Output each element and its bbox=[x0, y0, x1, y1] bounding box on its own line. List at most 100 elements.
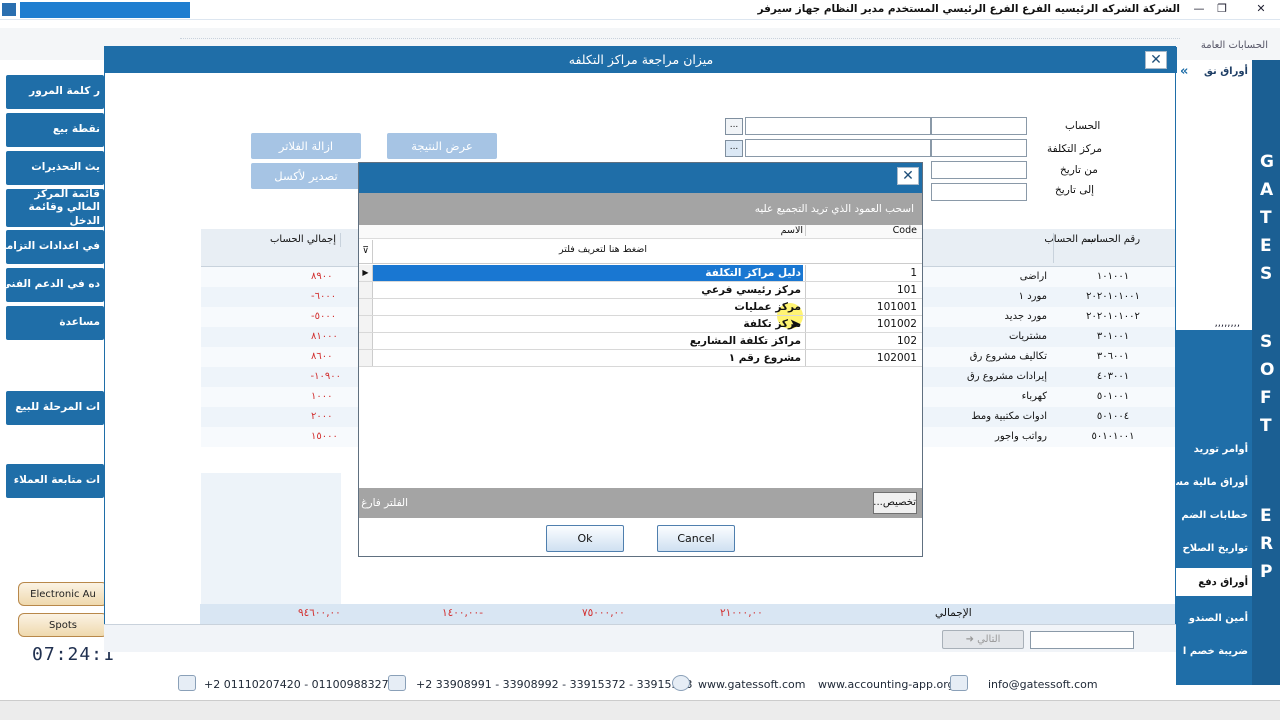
dialog-close-icon[interactable]: ✕ bbox=[897, 167, 919, 185]
account-no-cell: ٣٠٦٠٠١ bbox=[1096, 351, 1130, 362]
account-name-field[interactable] bbox=[745, 117, 931, 135]
total-value: ٢١٠٠٠,٠٠ bbox=[720, 607, 763, 619]
brand-letter: O bbox=[1260, 360, 1275, 380]
from-date-field[interactable] bbox=[931, 161, 1027, 179]
show-result-button[interactable]: عرض النتيجة bbox=[387, 133, 497, 159]
export-excel-button[interactable]: تصدير لأكسل bbox=[251, 163, 361, 189]
window-header: ميزان مراجعة مراكز التكلفه bbox=[105, 47, 1177, 73]
phone-icon bbox=[388, 675, 406, 691]
dialog-header bbox=[359, 163, 922, 193]
account-name-cell: مورد جديد bbox=[1004, 311, 1047, 322]
left-button-sale-stages[interactable]: ات المرحلة للبيع bbox=[6, 391, 104, 425]
row-indicator-icon: ▶ bbox=[359, 265, 373, 281]
cost-center-row[interactable]: مراكز تكلفة المشاريع 102 bbox=[359, 333, 922, 350]
account-name-cell: تكاليف مشروع رق bbox=[969, 351, 1047, 362]
next-label: التالي bbox=[977, 634, 1001, 645]
restore-button[interactable]: ❐ bbox=[1213, 1, 1231, 17]
right-nav-item-expiry-dates[interactable]: تواريخ الصلاح bbox=[1183, 543, 1249, 554]
row-indicator-icon bbox=[359, 316, 373, 332]
electronic-button[interactable]: Electronic Au bbox=[18, 582, 108, 606]
next-button[interactable]: التالي ➜ bbox=[942, 630, 1024, 649]
account-label: الحساب bbox=[1065, 120, 1101, 132]
ok-button[interactable]: Ok bbox=[546, 525, 624, 552]
left-button-sync-settings[interactable]: في اعدادات التزامن bbox=[6, 230, 104, 264]
email-link[interactable]: info@gatessoft.com bbox=[988, 678, 1098, 691]
tab-general-accounts[interactable]: الحسابات العامة bbox=[1201, 40, 1268, 51]
right-nav-item-cashier[interactable]: أمين الصندو bbox=[1189, 613, 1248, 624]
cost-center-code-field[interactable] bbox=[931, 139, 1027, 157]
title-bar-highlight bbox=[20, 2, 190, 18]
mobile-numbers: +2 01110207420 - 01100988327 bbox=[204, 678, 389, 691]
spots-button[interactable]: Spots bbox=[18, 613, 108, 637]
filter-status-bar: الفلتر فارغ تخصيص... bbox=[359, 488, 922, 518]
right-nav-item-guarantees[interactable]: خطابات الضم bbox=[1181, 510, 1248, 521]
cost-center-name-cell: دليل مراكز التكلفة bbox=[373, 265, 803, 281]
account-no-cell: ٢٠٢٠١٠١٠٠١ bbox=[1086, 291, 1140, 302]
col-total[interactable]: إجمالي الحساب bbox=[201, 233, 341, 247]
page-field[interactable] bbox=[1030, 631, 1134, 649]
filter-status: الفلتر فارغ bbox=[361, 497, 408, 509]
brand-letter: R bbox=[1260, 534, 1274, 554]
totals-label: الإجمالي bbox=[935, 607, 972, 619]
col-name[interactable]: الاسم bbox=[703, 225, 803, 236]
col-code[interactable]: Code bbox=[805, 225, 921, 236]
filter-icon[interactable]: ⊽ bbox=[359, 240, 373, 263]
account-no-cell: ١٠١٠٠١ bbox=[1096, 271, 1130, 282]
cost-center-row[interactable]: ▶ دليل مراكز التكلفة 1 bbox=[359, 265, 922, 282]
account-name-cell: مورد ١ bbox=[1018, 291, 1047, 302]
to-date-field[interactable] bbox=[931, 183, 1027, 201]
right-nav-item-financial-papers[interactable]: أوراق مالية مس bbox=[1169, 477, 1248, 488]
left-button-support[interactable]: ده في الدعم الفني bbox=[6, 268, 104, 302]
cost-center-row[interactable]: مركز رئيسي فرعي 101 bbox=[359, 282, 922, 299]
cost-center-name-cell: مشروع رقم ١ bbox=[728, 352, 801, 364]
brand-letter: S bbox=[1260, 264, 1273, 284]
account-no-cell: ٢٠٢٠١٠١٠٠٢ bbox=[1086, 311, 1140, 322]
filter-hint: اضغط هنا لتعريف فلتر bbox=[559, 244, 647, 255]
cost-center-row[interactable]: مشروع رقم ١ 102001 bbox=[359, 350, 922, 367]
group-by-panel[interactable]: اسحب العمود الذي تريد التجميع عليه bbox=[359, 193, 922, 225]
brand-strip: G A T E S S O F T E R P bbox=[1252, 60, 1280, 685]
clear-filters-button[interactable]: ازالة الفلاتر bbox=[251, 133, 361, 159]
right-nav-item-withholding-tax[interactable]: ضريبة خصم ا bbox=[1183, 646, 1248, 657]
brand-letter: P bbox=[1260, 562, 1273, 582]
bottom-strip bbox=[0, 700, 1280, 720]
account-total-cell: ٨١٠٠٠ bbox=[311, 331, 338, 342]
cost-center-browse-button[interactable]: ... bbox=[725, 140, 743, 157]
window-close-icon[interactable]: ✕ bbox=[1145, 51, 1167, 69]
account-no-cell: ٥٠١٠٠٤ bbox=[1096, 411, 1130, 422]
left-button-password[interactable]: ر كلمة المرور bbox=[6, 75, 104, 109]
collapse-chevron-icon[interactable]: « bbox=[1180, 64, 1188, 79]
filter-row[interactable]: ⊽ اضغط هنا لتعريف فلتر bbox=[359, 240, 922, 264]
cancel-button[interactable]: Cancel bbox=[657, 525, 735, 552]
minimize-button[interactable]: — bbox=[1190, 1, 1208, 17]
brand-letter: S bbox=[1260, 332, 1273, 352]
cost-center-row[interactable]: مركز عمليات 101001 bbox=[359, 299, 922, 316]
account-name-cell: رواتب واجور bbox=[994, 431, 1047, 442]
left-button-customer-followup[interactable]: ات متابعة العملاء bbox=[6, 464, 104, 498]
website-link-2[interactable]: www.accounting-app.org bbox=[818, 678, 955, 691]
email-icon bbox=[950, 675, 968, 691]
cost-center-code-cell: 101 bbox=[805, 282, 921, 298]
title-bar: الشركة الشركه الرئيسيه الفرع الفرع الرئي… bbox=[0, 0, 1280, 20]
customize-button[interactable]: تخصيص... bbox=[873, 492, 917, 514]
total-value: ٧٥٠٠٠,٠٠ bbox=[582, 607, 625, 619]
col-account-name[interactable]: اسم الحساب bbox=[1021, 233, 1099, 247]
right-nav-item-payable-papers[interactable]: أوراق دفع bbox=[1198, 577, 1248, 588]
close-app-button[interactable]: ✕ bbox=[1244, 1, 1278, 17]
left-button-pos[interactable]: نقطة بيع bbox=[6, 113, 104, 147]
left-button-financial-statements[interactable]: قائمة المركز المالي وقائمة الدخل bbox=[6, 189, 104, 227]
right-nav-panel: « أوراق نق ,,,,,,,, أوامر توريد أوراق ما… bbox=[1169, 60, 1252, 685]
total-value: ١٤٠٠,٠٠- bbox=[442, 607, 483, 619]
left-button-help[interactable]: مساعدة bbox=[6, 306, 104, 340]
account-browse-button[interactable]: ... bbox=[725, 118, 743, 135]
left-button-alerts[interactable]: يث التحذيرات bbox=[6, 151, 104, 185]
cost-center-row[interactable]: مركز تكلفة 101002 bbox=[359, 316, 922, 333]
next-arrow-icon: ➜ bbox=[965, 634, 974, 645]
cost-center-name-cell: مركز رئيسي فرعي bbox=[701, 284, 801, 296]
cost-center-name-field[interactable] bbox=[745, 139, 931, 157]
account-name-cell: إيرادات مشروع رق bbox=[966, 371, 1047, 382]
account-name-cell: ادوات مكتبية ومط bbox=[971, 411, 1047, 422]
account-code-field[interactable] bbox=[931, 117, 1027, 135]
right-nav-item-supply-orders[interactable]: أوامر توريد bbox=[1194, 444, 1248, 455]
website-link[interactable]: www.gatessoft.com bbox=[698, 678, 805, 691]
